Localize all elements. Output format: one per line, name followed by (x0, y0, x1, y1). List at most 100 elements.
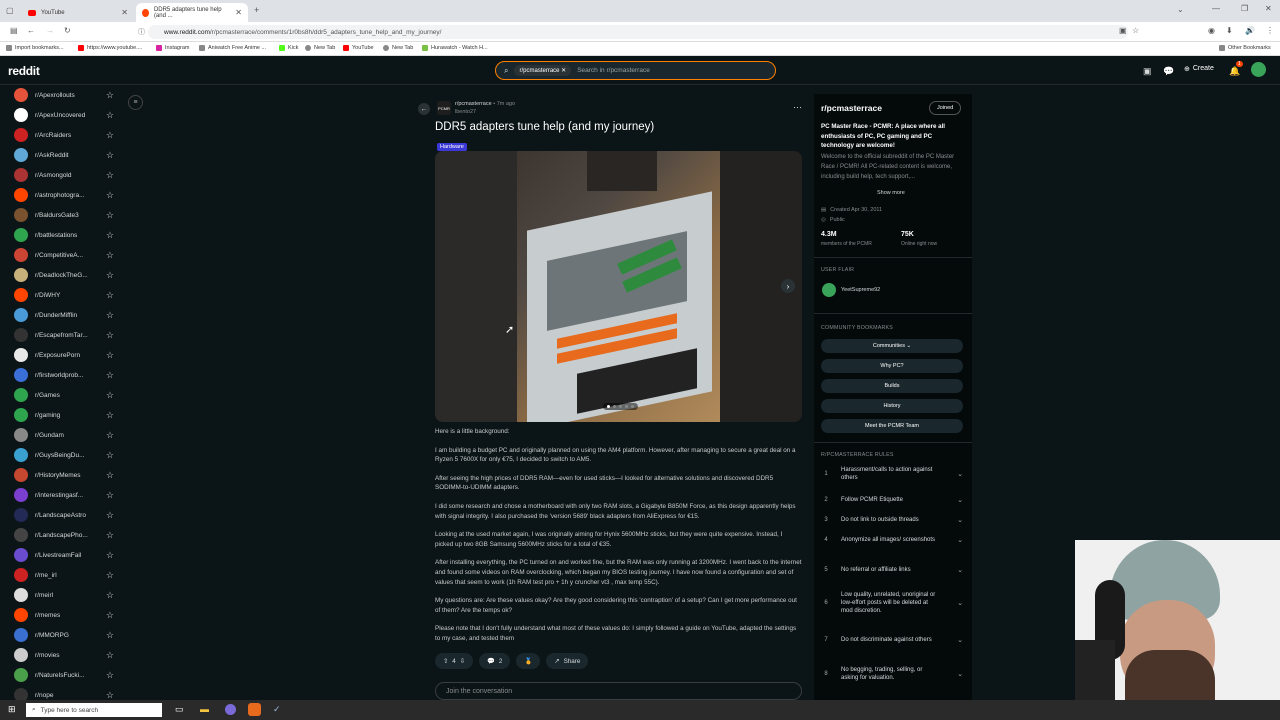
sidebar-item[interactable]: r/EscapefromTar... ☆ (14, 325, 114, 345)
carousel-dot[interactable] (619, 405, 622, 408)
sidebar-item[interactable]: r/Games ☆ (14, 385, 114, 405)
favorite-star-icon[interactable]: ☆ (106, 670, 114, 681)
favorite-star-icon[interactable]: ☆ (106, 610, 114, 621)
favorite-star-icon[interactable]: ☆ (106, 310, 114, 321)
favorite-star-icon[interactable]: ☆ (106, 630, 114, 641)
search-input[interactable]: ⌕ r/pcmasterrace ✕ Search in r/pcmasterr… (495, 61, 776, 80)
sidebar-item[interactable]: r/DiWHY ☆ (14, 285, 114, 305)
site-info-icon[interactable]: ⓘ (138, 27, 145, 37)
favorite-star-icon[interactable]: ☆ (106, 130, 114, 141)
sidebar-item[interactable]: r/GuysBeingDu... ☆ (14, 445, 114, 465)
favorite-star-icon[interactable]: ☆ (106, 270, 114, 281)
favorite-star-icon[interactable]: ☆ (106, 370, 114, 381)
community-name[interactable]: r/pcmasterrace (821, 103, 882, 113)
favorite-star-icon[interactable]: ☆ (106, 230, 114, 241)
favorite-star-icon[interactable]: ☆ (106, 450, 114, 461)
bookmark-builds-button[interactable]: Builds (821, 379, 963, 393)
chevron-down-icon[interactable]: ⌄ (1177, 5, 1184, 14)
close-tab-icon[interactable]: ✕ (121, 8, 128, 17)
subreddit-link[interactable]: r/pcmasterrace (455, 101, 492, 107)
bookmark-star-icon[interactable]: ☆ (1132, 26, 1139, 35)
sidebar-item[interactable]: r/MMORPG ☆ (14, 625, 114, 645)
favorite-star-icon[interactable]: ☆ (106, 90, 114, 101)
back-button[interactable]: ← (418, 103, 430, 115)
downloads-icon[interactable]: ⬇ (1226, 26, 1233, 35)
bookmark-communities-button[interactable]: Communities ⌄ (821, 339, 963, 353)
sidebar-item[interactable]: r/interestingasf... ☆ (14, 485, 114, 505)
carousel-dot[interactable] (607, 405, 610, 408)
sidebar-item[interactable]: r/battlestations ☆ (14, 225, 114, 245)
maximize-icon[interactable]: ❐ (1241, 4, 1248, 13)
rule-item[interactable]: 8 No begging, trading, selling, or asking… (821, 666, 963, 682)
close-tab-icon[interactable]: ✕ (235, 8, 242, 17)
back-icon[interactable]: ← (27, 26, 35, 35)
bookmark-item[interactable]: https://www.youtube.... (78, 45, 142, 51)
browser-app-icon[interactable] (248, 703, 261, 716)
tab-actions-icon[interactable]: ▢ (6, 6, 14, 15)
sidebar-item[interactable]: r/gaming ☆ (14, 405, 114, 425)
favorite-star-icon[interactable]: ☆ (106, 410, 114, 421)
rule-item[interactable]: 6 Low quality, unrelated, unoriginal or l… (821, 591, 963, 615)
sidebar-item[interactable]: r/Gundam ☆ (14, 425, 114, 445)
sidebar-item[interactable]: r/firstworldprob... ☆ (14, 365, 114, 385)
favorite-star-icon[interactable]: ☆ (106, 210, 114, 221)
sidebar-item[interactable]: r/nope ☆ (14, 685, 114, 700)
more-options-icon[interactable]: ⋯ (793, 102, 802, 113)
close-icon[interactable]: ✕ (561, 68, 566, 74)
task-view-icon[interactable]: ▭ (175, 704, 184, 715)
carousel-dot[interactable] (631, 405, 634, 408)
favorite-star-icon[interactable]: ☆ (106, 530, 114, 541)
tab-youtube[interactable]: YouTube ✕ (22, 3, 134, 22)
sidebar-item[interactable]: r/LandscapePho... ☆ (14, 525, 114, 545)
avatar[interactable] (1251, 62, 1266, 77)
favorite-star-icon[interactable]: ☆ (106, 490, 114, 501)
close-window-icon[interactable]: ✕ (1265, 4, 1272, 13)
sidebar-item[interactable]: r/DunderMifflin ☆ (14, 305, 114, 325)
favorite-star-icon[interactable]: ☆ (106, 350, 114, 361)
joined-button[interactable]: Joined (929, 101, 962, 115)
rule-item[interactable]: 7 Do not discriminate against others ⌄ (821, 636, 963, 644)
advertise-icon[interactable]: ▣ (1143, 66, 1152, 77)
post-author[interactable]: lbento27 (455, 109, 476, 115)
subreddit-avatar[interactable]: PCMR (437, 101, 451, 115)
chat-icon[interactable]: 💬 (1163, 66, 1174, 77)
favorite-star-icon[interactable]: ☆ (106, 550, 114, 561)
translate-icon[interactable]: ▣ (1119, 26, 1127, 35)
sidebar-item[interactable]: r/HistoryMemes ☆ (14, 465, 114, 485)
taskbar-search[interactable]: ⌕ Type here to search (26, 703, 162, 717)
favorite-star-icon[interactable]: ☆ (106, 690, 114, 701)
rule-item[interactable]: 3 Do not link to outside threads ⌄ (821, 516, 963, 524)
sidebar-item[interactable]: r/BaldursGate3 ☆ (14, 205, 114, 225)
other-bookmarks[interactable]: Other Bookmarks (1219, 45, 1271, 51)
rule-item[interactable]: 4 Anonymize all images/ screenshots ⌄ (821, 536, 963, 544)
favorite-star-icon[interactable]: ☆ (106, 430, 114, 441)
bookmark-item[interactable]: Import bookmarks... (6, 45, 64, 51)
chrome-app-icon[interactable] (225, 704, 236, 715)
favorite-star-icon[interactable]: ☆ (106, 590, 114, 601)
carousel-dot[interactable] (625, 405, 628, 408)
favorite-star-icon[interactable]: ☆ (106, 650, 114, 661)
downvote-icon[interactable]: ⇩ (460, 658, 465, 665)
favorite-star-icon[interactable]: ☆ (106, 290, 114, 301)
favorite-star-icon[interactable]: ☆ (106, 510, 114, 521)
sidebar-item[interactable]: r/NatureIsFucki... ☆ (14, 665, 114, 685)
comments-button[interactable]: 💬 2 (479, 653, 511, 669)
extension-icon[interactable]: ◉ (1208, 26, 1215, 35)
bookmark-item[interactable]: Instagram (156, 45, 189, 51)
create-button[interactable]: ⊕ Create (1184, 65, 1214, 73)
show-more-button[interactable]: Show more (877, 190, 905, 196)
windows-start-icon[interactable]: ⊞ (8, 704, 16, 715)
bell-icon[interactable]: 🔔 (1229, 66, 1240, 77)
favorite-star-icon[interactable]: ☆ (106, 190, 114, 201)
forward-icon[interactable]: → (46, 26, 54, 35)
reddit-logo[interactable]: reddit (8, 64, 40, 78)
bookmark-item[interactable]: YouTube (343, 45, 374, 51)
favorite-star-icon[interactable]: ☆ (106, 570, 114, 581)
url-field[interactable]: www.reddit.com/r/pcmasterrace/comments/1… (148, 25, 1128, 39)
rule-item[interactable]: 5 No referral or affiliate links ⌄ (821, 566, 963, 574)
favorite-star-icon[interactable]: ☆ (106, 470, 114, 481)
sidebar-item[interactable]: r/LivestreamFail ☆ (14, 545, 114, 565)
sidebar-item[interactable]: r/meirl ☆ (14, 585, 114, 605)
favorite-star-icon[interactable]: ☆ (106, 330, 114, 341)
sidebar-item[interactable]: r/AskReddit ☆ (14, 145, 114, 165)
